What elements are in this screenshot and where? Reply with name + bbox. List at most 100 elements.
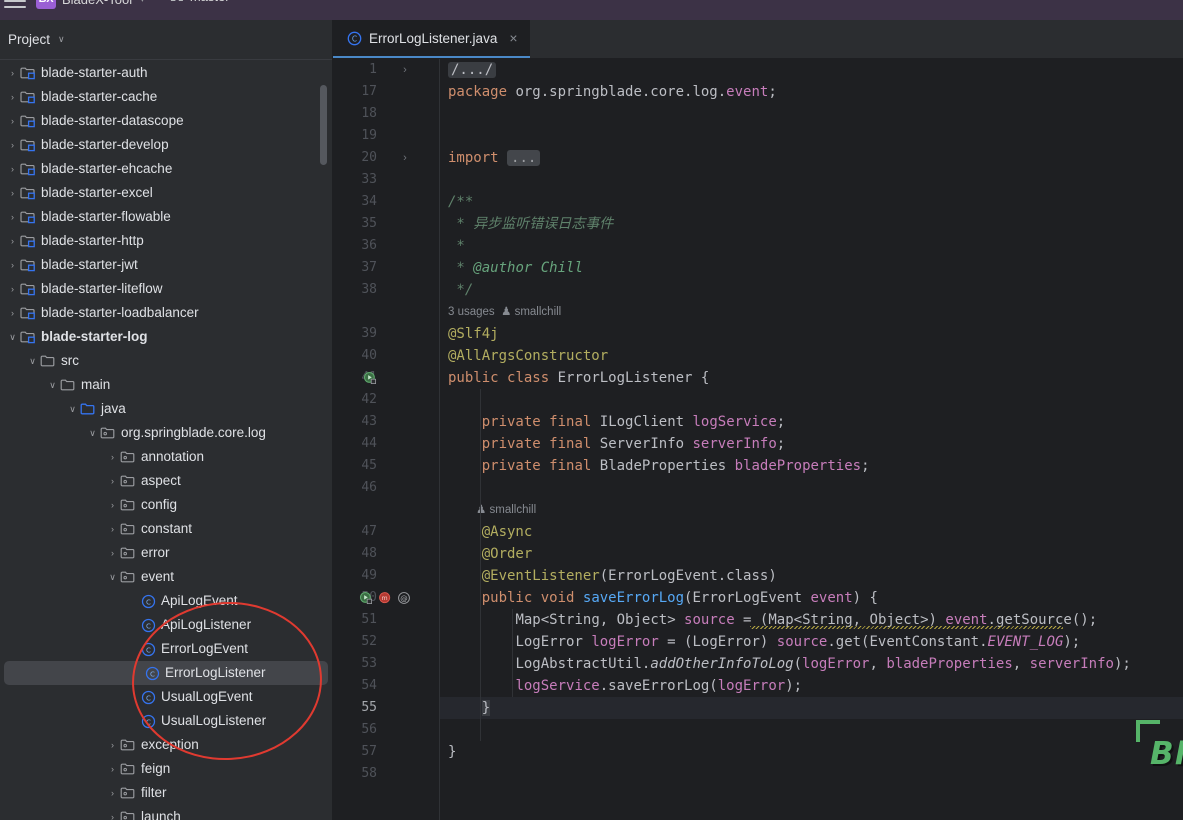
tree-item[interactable]: › blade-starter-ehcache (0, 157, 332, 181)
tree-item[interactable]: ∨ event (0, 565, 332, 589)
tree-item[interactable]: › blade-starter-cache (0, 85, 332, 109)
chevron-right-icon[interactable]: › (6, 253, 19, 277)
code-line[interactable]: /** (440, 191, 1183, 213)
fold-marker-icon[interactable]: › (399, 59, 411, 81)
code-line[interactable]: /.../ (440, 59, 1183, 81)
project-panel-header[interactable]: Project ∨ (0, 20, 332, 60)
tree-item[interactable]: ∨ src (0, 349, 332, 373)
tree-item[interactable]: › blade-starter-datascope (0, 109, 332, 133)
run-method-icon[interactable] (359, 587, 373, 609)
close-icon[interactable]: × (509, 30, 517, 46)
chevron-right-icon[interactable]: › (106, 493, 119, 517)
breakpoint-icon[interactable]: m (378, 587, 392, 609)
tree-item[interactable]: › blade-starter-excel (0, 181, 332, 205)
chevron-right-icon[interactable]: › (106, 757, 119, 781)
code-vision-hint[interactable]: 3 usages ♟ smallchill (448, 301, 561, 323)
code-vision-hint[interactable]: ♟ smallchill (476, 499, 536, 521)
chevron-down-icon[interactable]: ∨ (6, 325, 19, 349)
run-class-icon[interactable] (363, 367, 377, 389)
code-line[interactable]: * @author Chill (440, 257, 1183, 279)
tree-item[interactable]: › annotation (0, 445, 332, 469)
code-line[interactable]: logService.saveErrorLog(logError); (440, 675, 1183, 697)
code-editor[interactable]: 1›17181920›33343536373839404142434445464… (333, 59, 1183, 820)
code-line[interactable] (440, 763, 1183, 785)
tree-item[interactable]: › config (0, 493, 332, 517)
tree-item[interactable]: › blade-starter-flowable (0, 205, 332, 229)
chevron-right-icon[interactable]: › (106, 781, 119, 805)
chevron-right-icon[interactable]: › (106, 469, 119, 493)
chevron-right-icon[interactable]: › (6, 181, 19, 205)
tree-item[interactable]: › exception (0, 733, 332, 757)
code-line[interactable]: @EventListener(ErrorLogEvent.class) (440, 565, 1183, 587)
code-line[interactable]: LogAbstractUtil.addOtherInfoToLog(logErr… (440, 653, 1183, 675)
chevron-right-icon[interactable]: › (6, 205, 19, 229)
chevron-down-icon[interactable]: ∨ (66, 397, 79, 421)
code-line[interactable]: public class ErrorLogListener { (440, 367, 1183, 389)
chevron-down-icon[interactable]: ∨ (86, 421, 99, 445)
project-tree[interactable]: › blade-starter-auth › blade-starter-cache ›… (0, 61, 332, 820)
tree-item[interactable]: › blade-starter-jwt (0, 253, 332, 277)
code-line[interactable]: private final BladeProperties bladePrope… (440, 455, 1183, 477)
tree-item[interactable]: ›CUsualLogEvent (0, 685, 332, 709)
tree-item[interactable]: › blade-starter-auth (0, 61, 332, 85)
chevron-right-icon[interactable]: › (106, 805, 119, 820)
tree-item[interactable]: ∨ blade-starter-log (0, 325, 332, 349)
chevron-right-icon[interactable]: › (6, 61, 19, 85)
tree-item[interactable]: ∨ java (0, 397, 332, 421)
tree-item[interactable]: › feign (0, 757, 332, 781)
code-line[interactable] (440, 169, 1183, 191)
tree-item[interactable]: › blade-starter-liteflow (0, 277, 332, 301)
code-line[interactable] (440, 477, 1183, 499)
tree-item[interactable]: › filter (0, 781, 332, 805)
chevron-right-icon[interactable]: › (106, 733, 119, 757)
chevron-right-icon[interactable]: › (6, 85, 19, 109)
chevron-right-icon[interactable]: › (106, 445, 119, 469)
tree-item[interactable]: › constant (0, 517, 332, 541)
chevron-down-icon[interactable]: ∨ (106, 565, 119, 589)
chevron-down-icon[interactable]: ∨ (26, 349, 39, 373)
code-line[interactable]: @Async (440, 521, 1183, 543)
code-line[interactable] (440, 103, 1183, 125)
chevron-right-icon[interactable]: › (106, 517, 119, 541)
code-line[interactable]: @Order (440, 543, 1183, 565)
fold-marker-icon[interactable]: › (399, 147, 411, 169)
chevron-down-icon[interactable]: ∨ (46, 373, 59, 397)
code-line[interactable]: import ... (440, 147, 1183, 169)
tree-item[interactable]: › launch (0, 805, 332, 820)
code-line[interactable]: public void saveErrorLog(ErrorLogEvent e… (440, 587, 1183, 609)
tree-item[interactable]: ›CUsualLogListener (0, 709, 332, 733)
code-line[interactable]: private final ServerInfo serverInfo; (440, 433, 1183, 455)
code-line[interactable]: @AllArgsConstructor (440, 345, 1183, 367)
code-line[interactable]: private final ILogClient logService; (440, 411, 1183, 433)
chevron-right-icon[interactable]: › (6, 133, 19, 157)
code-line[interactable]: */ (440, 279, 1183, 301)
chevron-right-icon[interactable]: › (6, 229, 19, 253)
chevron-right-icon[interactable]: › (6, 301, 19, 325)
code-line[interactable]: * 异步监听错误日志事件 (440, 213, 1183, 235)
tree-item[interactable]: › blade-starter-develop (0, 133, 332, 157)
tree-item[interactable]: ›CErrorLogEvent (0, 637, 332, 661)
editor-code-surface[interactable]: /.../package org.springblade.core.log.ev… (440, 59, 1183, 820)
code-line[interactable]: LogError logError = (LogError) source.ge… (440, 631, 1183, 653)
branch-selector[interactable]: ⎇ master ▾ (170, 0, 242, 4)
tree-item[interactable]: › blade-starter-http (0, 229, 332, 253)
code-line[interactable]: } (440, 741, 1183, 763)
annotation-marker-icon[interactable]: @ (397, 587, 411, 609)
tree-item[interactable]: ›CApiLogListener (0, 613, 332, 637)
code-line[interactable]: } (440, 697, 1183, 719)
project-selector[interactable]: BX BladeX-Tool ▾ (36, 0, 145, 9)
chevron-right-icon[interactable]: › (6, 157, 19, 181)
code-line[interactable]: package org.springblade.core.log.event; (440, 81, 1183, 103)
tree-item[interactable]: ›CApiLogEvent (0, 589, 332, 613)
code-line[interactable] (440, 125, 1183, 147)
editor-gutter[interactable]: 1›17181920›33343536373839404142434445464… (333, 59, 440, 820)
chevron-right-icon[interactable]: › (6, 277, 19, 301)
code-line[interactable]: @Slf4j (440, 323, 1183, 345)
tab-error-log-listener[interactable]: C ErrorLogListener.java × (333, 20, 530, 58)
tree-item[interactable]: ∨ org.springblade.core.log (0, 421, 332, 445)
chevron-right-icon[interactable]: › (6, 109, 19, 133)
tree-item[interactable]: ∨ main (0, 373, 332, 397)
tree-item[interactable]: › aspect (0, 469, 332, 493)
code-line[interactable] (440, 719, 1183, 741)
project-tree-scrollbar[interactable] (320, 85, 327, 165)
